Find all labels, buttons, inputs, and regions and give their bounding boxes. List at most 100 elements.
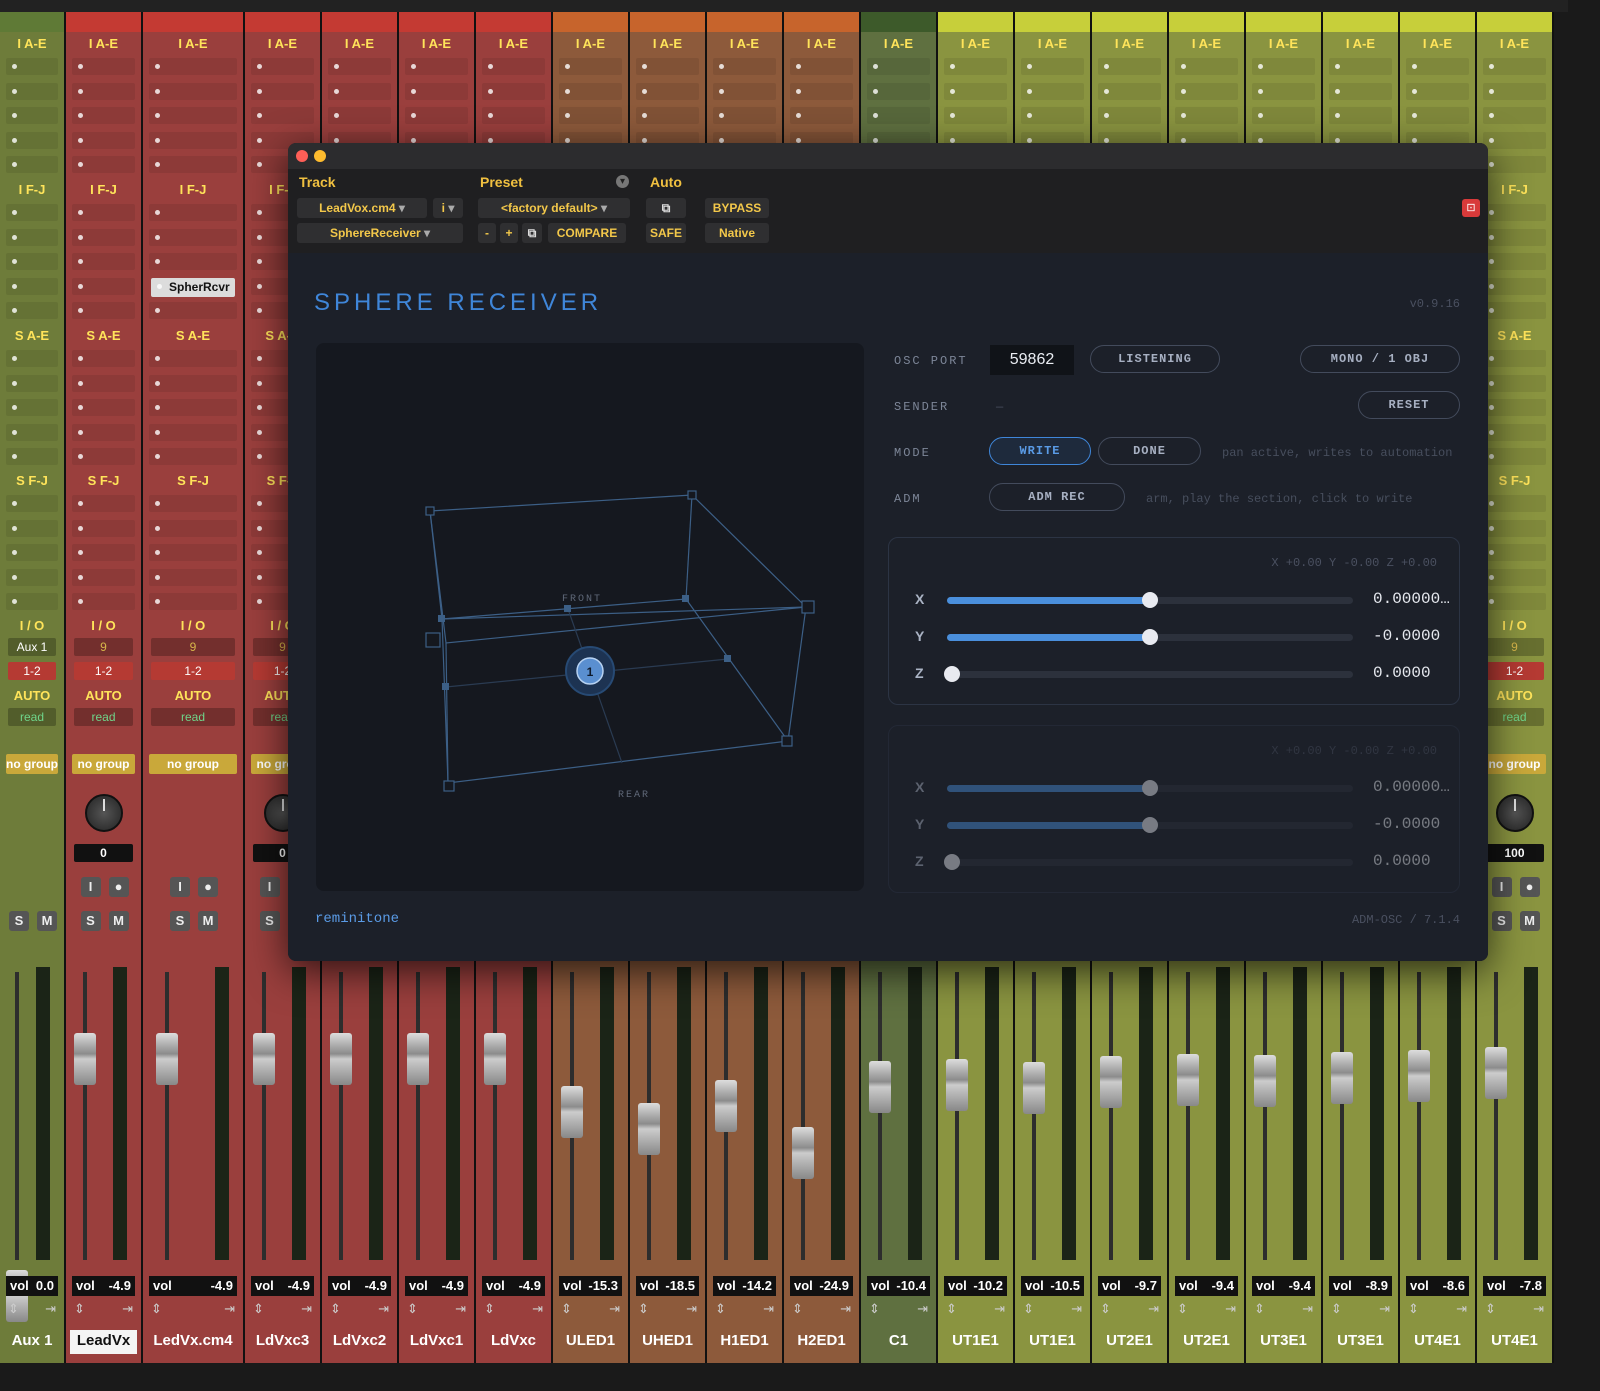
track-name[interactable]: LedVx.cm4 xyxy=(143,1328,243,1354)
track-nav[interactable]: ⇕ ⇥ xyxy=(330,1301,389,1323)
insert-slot[interactable] xyxy=(1483,544,1546,561)
volume-fader[interactable] xyxy=(869,1061,891,1113)
volume-display[interactable]: vol -4.9 xyxy=(251,1276,314,1296)
insert-slot[interactable] xyxy=(6,228,58,246)
volume-fader[interactable] xyxy=(484,1033,506,1085)
x-slider[interactable] xyxy=(947,592,1353,608)
solo-button[interactable]: S xyxy=(170,911,190,931)
track-index-button[interactable]: i ▾ xyxy=(433,198,463,218)
x-slider[interactable] xyxy=(947,780,1353,796)
volume-fader[interactable] xyxy=(561,1086,583,1138)
insert-slot[interactable] xyxy=(72,423,135,441)
insert-slot[interactable] xyxy=(72,131,135,149)
insert-slot[interactable] xyxy=(72,156,135,173)
track-name[interactable]: UT2E1 xyxy=(1092,1328,1167,1354)
insert-slot[interactable] xyxy=(867,58,930,75)
track-name[interactable]: LeadVx xyxy=(66,1328,141,1354)
insert-slot[interactable] xyxy=(149,350,237,367)
insert-slot[interactable] xyxy=(149,399,237,416)
insert-slot[interactable] xyxy=(6,519,58,537)
insert-slot[interactable] xyxy=(6,277,58,295)
y-slider[interactable] xyxy=(947,629,1353,645)
insert-slot[interactable] xyxy=(149,423,237,441)
track-nav[interactable]: ⇕ ⇥ xyxy=(484,1301,543,1323)
insert-slot[interactable] xyxy=(405,82,468,100)
insert-slot[interactable] xyxy=(713,82,776,100)
track-name[interactable]: UT1E1 xyxy=(1015,1328,1090,1354)
insert-slot[interactable] xyxy=(72,350,135,367)
volume-fader[interactable] xyxy=(1177,1054,1199,1106)
volume-display[interactable]: vol -10.5 xyxy=(1021,1276,1084,1296)
insert-slot[interactable] xyxy=(713,58,776,75)
mono-obj-button[interactable]: MONO / 1 OBJ xyxy=(1300,345,1460,373)
mute-button[interactable]: M xyxy=(108,911,129,931)
insert-slot[interactable] xyxy=(1483,204,1546,221)
insert-slot[interactable] xyxy=(72,253,135,270)
insert-slot[interactable] xyxy=(328,107,391,124)
automation-mode-selector[interactable]: read xyxy=(74,708,133,726)
insert-slot[interactable] xyxy=(1483,277,1546,295)
insert-slot[interactable] xyxy=(149,156,237,173)
insert-slot[interactable] xyxy=(251,58,314,75)
mute-button[interactable]: M xyxy=(1519,911,1540,931)
insert-slot[interactable] xyxy=(1483,58,1546,75)
insert-slot[interactable] xyxy=(1483,568,1546,586)
insert-slot[interactable] xyxy=(1021,107,1084,124)
insert-slot[interactable] xyxy=(6,544,58,561)
compare-button[interactable]: COMPARE xyxy=(548,223,626,243)
input-monitor-button[interactable]: I xyxy=(1491,877,1512,897)
native-button[interactable]: Native xyxy=(705,223,769,243)
track-nav[interactable]: ⇕ ⇥ xyxy=(8,1301,56,1323)
volume-display[interactable]: vol -9.4 xyxy=(1252,1276,1315,1296)
insert-slot[interactable] xyxy=(72,544,135,561)
insert-slot[interactable] xyxy=(1483,495,1546,512)
track-selector[interactable]: LeadVox.cm4 ▾ xyxy=(297,198,427,218)
reset-button[interactable]: RESET xyxy=(1358,391,1460,419)
insert-slot[interactable] xyxy=(559,58,622,75)
insert-slot[interactable] xyxy=(790,107,853,124)
insert-slot[interactable] xyxy=(149,253,237,270)
track-nav[interactable]: ⇕ ⇥ xyxy=(407,1301,466,1323)
insert-slot[interactable] xyxy=(251,82,314,100)
insert-slot[interactable] xyxy=(6,131,58,149)
safe-button[interactable]: SAFE xyxy=(646,223,686,243)
insert-slot[interactable] xyxy=(149,302,237,319)
insert-slot[interactable] xyxy=(328,82,391,100)
output-selector[interactable]: 1-2 xyxy=(1485,662,1544,680)
track-name[interactable]: LdVxc2 xyxy=(322,1328,397,1354)
track-nav[interactable]: ⇕ ⇥ xyxy=(1485,1301,1544,1323)
volume-display[interactable]: vol -4.9 xyxy=(328,1276,391,1296)
record-arm-button[interactable]: ● xyxy=(108,877,129,897)
volume-display[interactable]: vol -9.7 xyxy=(1098,1276,1161,1296)
track-nav[interactable]: ⇕ ⇥ xyxy=(253,1301,312,1323)
track-name[interactable]: Aux 1 xyxy=(0,1328,64,1354)
track-nav[interactable]: ⇕ ⇥ xyxy=(151,1301,235,1323)
volume-fader[interactable] xyxy=(407,1033,429,1085)
insert-slot[interactable] xyxy=(1252,82,1315,100)
insert-slot[interactable] xyxy=(1175,82,1238,100)
insert-slot[interactable] xyxy=(149,58,237,75)
slider-thumb[interactable] xyxy=(1142,780,1158,796)
osc-port-input[interactable]: 59862 xyxy=(990,345,1074,375)
volume-fader[interactable] xyxy=(715,1080,737,1132)
insert-slot[interactable] xyxy=(1175,58,1238,75)
insert-slot[interactable] xyxy=(6,107,58,124)
insert-slot[interactable] xyxy=(72,228,135,246)
insert-slot[interactable] xyxy=(72,277,135,295)
copy-settings-icon[interactable]: ⧉ xyxy=(522,223,542,243)
track-nav[interactable]: ⇕ ⇥ xyxy=(715,1301,774,1323)
volume-display[interactable]: vol -18.5 xyxy=(636,1276,699,1296)
insert-slot[interactable] xyxy=(1175,107,1238,124)
volume-fader[interactable] xyxy=(1485,1047,1507,1099)
track-nav[interactable]: ⇕ ⇥ xyxy=(638,1301,697,1323)
preset-menu-icon[interactable]: ▾ xyxy=(616,175,629,188)
track-name[interactable]: UT4E1 xyxy=(1477,1328,1552,1354)
insert-slot[interactable] xyxy=(482,58,545,75)
insert-slot[interactable] xyxy=(1406,82,1469,100)
insert-slot[interactable] xyxy=(6,58,58,75)
insert-slot[interactable] xyxy=(72,495,135,512)
volume-display[interactable]: vol -15.3 xyxy=(559,1276,622,1296)
insert-slot[interactable] xyxy=(559,82,622,100)
track-nav[interactable]: ⇕ ⇥ xyxy=(1254,1301,1313,1323)
input-selector[interactable]: 9 xyxy=(74,638,133,656)
